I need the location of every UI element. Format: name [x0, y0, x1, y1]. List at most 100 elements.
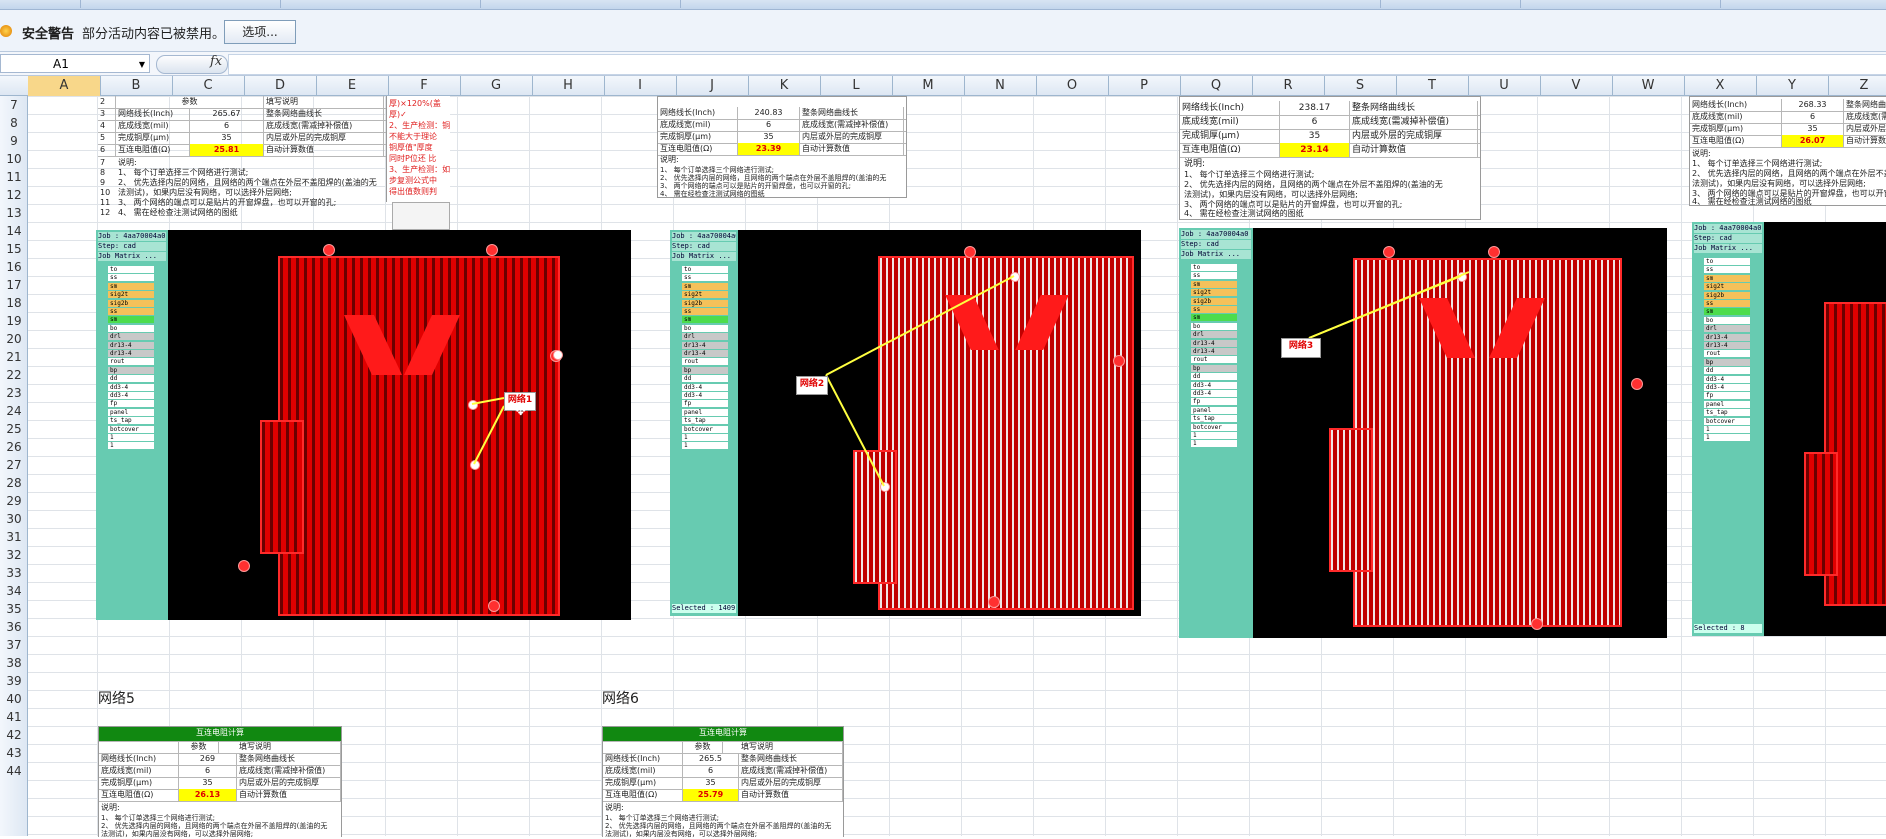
column-header[interactable]: I [604, 76, 677, 96]
row-header[interactable]: 38 [0, 654, 28, 672]
row-header[interactable]: 39 [0, 672, 28, 690]
cad-layer-item[interactable]: rout [108, 358, 154, 366]
cad-layer-item[interactable]: fp [108, 400, 154, 408]
row-header[interactable]: 27 [0, 456, 28, 474]
cad-layer-item[interactable]: dd3-4 [1191, 381, 1237, 389]
cad-layer-item[interactable]: drl [108, 333, 154, 341]
cad-layer-item[interactable]: bp [108, 366, 154, 374]
cad-layer-item[interactable]: sm [1191, 314, 1237, 322]
cad-layer-item[interactable]: sm [108, 316, 154, 324]
row-header[interactable]: 33 [0, 564, 28, 582]
cad-layer-item[interactable]: 1 [1704, 426, 1750, 433]
cad-matrix-button[interactable]: Job Matrix ... [1694, 244, 1762, 253]
cad-matrix-button[interactable]: Job Matrix ... [1181, 250, 1251, 259]
row-header[interactable]: 42 [0, 726, 28, 744]
cad-layer-item[interactable]: dd3-4 [682, 392, 728, 399]
cad-layer-item[interactable]: botcover [1704, 417, 1750, 425]
cad-screenshot-1[interactable]: Job : 4aa70004a0 Step: cad Job Matrix ..… [96, 230, 631, 620]
pcb-view-2[interactable]: 网络2 [738, 230, 1141, 616]
cad-layer-item[interactable]: 1 [108, 434, 154, 441]
cad-layer-item[interactable]: ts_tap [1704, 409, 1750, 417]
row-header[interactable]: 18 [0, 294, 28, 312]
cad-layer-item[interactable]: dr13-4 [1704, 333, 1750, 341]
length-value[interactable]: 240.83 [738, 107, 800, 119]
cad-layer-item[interactable]: drl [682, 333, 728, 341]
cad-layer-item[interactable]: drl [1704, 325, 1750, 333]
row-header[interactable]: 32 [0, 546, 28, 564]
cad-layer-item[interactable]: sm [682, 316, 728, 324]
column-header[interactable]: S [1324, 76, 1397, 96]
cad-layer-item[interactable]: dd [1704, 367, 1750, 375]
column-header[interactable]: V [1540, 76, 1613, 96]
cad-layer-item[interactable]: to [1704, 258, 1750, 265]
cad-screenshot-3[interactable]: Job : 4aa70004a0 Step: cad Job Matrix ..… [1179, 228, 1667, 638]
row-header[interactable]: 11 [0, 168, 28, 186]
cad-matrix-button[interactable]: Job Matrix ... [98, 252, 166, 261]
column-header[interactable]: K [748, 76, 821, 96]
cad-layer-item[interactable]: 1 [1704, 434, 1750, 442]
length-value[interactable]: 268.33 [1782, 99, 1844, 111]
cad-layer-item[interactable]: fp [1191, 398, 1237, 406]
column-header[interactable]: P [1108, 76, 1181, 96]
row-header[interactable]: 31 [0, 528, 28, 546]
column-header[interactable]: B [100, 76, 173, 96]
column-header[interactable]: E [316, 76, 389, 96]
width-value[interactable]: 6 [1782, 111, 1844, 123]
width-value[interactable]: 6 [190, 120, 264, 132]
cad-layer-item[interactable]: ss [1191, 306, 1237, 313]
length-value[interactable]: 238.17 [1280, 101, 1350, 115]
cad-layer-item[interactable]: fp [1704, 392, 1750, 400]
cad-layer-item[interactable]: bo [682, 324, 728, 332]
cad-layer-item[interactable]: bp [1704, 358, 1750, 366]
cad-layer-item[interactable]: fp [682, 400, 728, 408]
cad-screenshot-4[interactable]: Job : 4aa70004a0 Step: cad Job Matrix ..… [1692, 222, 1886, 636]
column-header[interactable]: T [1396, 76, 1469, 96]
cad-layer-item[interactable]: dr13-4 [682, 341, 728, 349]
row-header[interactable]: 24 [0, 402, 28, 420]
row-header[interactable]: 13 [0, 204, 28, 222]
column-header[interactable]: W [1612, 76, 1685, 96]
cad-layer-item[interactable]: 1 [1191, 440, 1237, 448]
width-value[interactable]: 6 [683, 765, 739, 777]
row-header[interactable]: 37 [0, 636, 28, 654]
width-value[interactable]: 6 [179, 765, 237, 777]
width-value[interactable]: 6 [1280, 115, 1350, 129]
cad-layer-item[interactable]: ss [682, 308, 728, 315]
row-header[interactable]: 29 [0, 492, 28, 510]
chevron-down-icon[interactable]: ▼ [139, 55, 145, 74]
cad-layer-item[interactable]: dr13-4 [1704, 342, 1750, 349]
column-header[interactable]: C [172, 76, 245, 96]
cad-layer-item[interactable]: bo [108, 324, 154, 332]
cad-layer-item[interactable]: bp [682, 366, 728, 374]
select-all-corner[interactable] [0, 76, 29, 96]
cad-layer-item[interactable]: 1 [108, 442, 154, 450]
column-header[interactable]: Q [1180, 76, 1253, 96]
row-header[interactable]: 44 [0, 762, 28, 780]
cad-layer-item[interactable]: to [682, 266, 728, 273]
cad-layer-item[interactable]: dd [1191, 373, 1237, 381]
cad-layer-item[interactable]: ts_tap [1191, 415, 1237, 423]
row-header[interactable]: 30 [0, 510, 28, 528]
cad-layer-item[interactable]: sig2t [682, 291, 728, 299]
cad-layer-item[interactable]: ss [108, 308, 154, 315]
thick-value[interactable]: 35 [190, 132, 264, 144]
insert-function-icon[interactable]: fx [210, 54, 222, 69]
thick-value[interactable]: 35 [683, 777, 739, 789]
column-header[interactable]: H [532, 76, 605, 96]
cad-layer-item[interactable]: sig2t [1704, 283, 1750, 291]
cad-layer-item[interactable]: ss [1704, 300, 1750, 307]
column-header[interactable]: Z [1828, 76, 1886, 96]
cad-screenshot-2[interactable]: Job : 4aa70004a0 Step: cad Job Matrix ..… [670, 230, 1141, 616]
cad-layer-item[interactable]: sm [108, 282, 154, 290]
length-value[interactable]: 265.67 [190, 108, 264, 120]
row-header[interactable]: 14 [0, 222, 28, 240]
length-value[interactable]: 269 [179, 753, 237, 765]
pcb-view-4[interactable] [1764, 222, 1886, 636]
thick-value[interactable]: 35 [179, 777, 237, 789]
cad-layer-item[interactable]: bo [1191, 322, 1237, 330]
cad-layer-item[interactable]: sig2b [108, 299, 154, 307]
row-header[interactable]: 21 [0, 348, 28, 366]
embedded-object[interactable] [392, 202, 450, 230]
row-header[interactable]: 23 [0, 384, 28, 402]
row-header[interactable]: 22 [0, 366, 28, 384]
